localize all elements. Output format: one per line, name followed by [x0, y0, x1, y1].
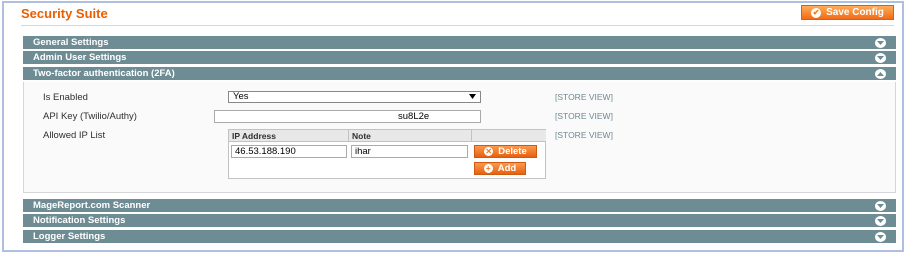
two-factor-fieldset: Is Enabled Yes [STORE VIEW] API Key (Twi…: [23, 82, 896, 193]
section-general-settings[interactable]: General Settings: [23, 36, 896, 50]
allowed-ip-scope: [STORE VIEW]: [555, 130, 613, 140]
title-divider: [21, 25, 894, 26]
add-label: Add: [497, 163, 517, 174]
ip-address-input[interactable]: 46.53.188.190: [231, 145, 347, 158]
expand-icon[interactable]: [875, 38, 886, 48]
add-row-button[interactable]: + Add: [474, 162, 526, 175]
section-notification-settings[interactable]: Notification Settings: [23, 214, 896, 228]
collapse-icon[interactable]: [875, 69, 886, 79]
api-key-scope: [STORE VIEW]: [555, 111, 613, 121]
expand-icon[interactable]: [875, 53, 886, 63]
delete-icon: ✕: [484, 147, 494, 156]
config-page-frame: Security Suite ✔ Save Config General Set…: [2, 1, 904, 252]
section-title: MageReport.com Scanner: [33, 200, 151, 211]
note-input[interactable]: ihar: [351, 145, 468, 158]
is-enabled-value: Yes: [233, 91, 249, 102]
expand-icon[interactable]: [875, 216, 886, 226]
is-enabled-scope: [STORE VIEW]: [555, 92, 613, 102]
column-header-actions: [472, 130, 546, 142]
section-logger-settings[interactable]: Logger Settings: [23, 230, 896, 244]
section-title: Logger Settings: [33, 231, 106, 242]
api-key-label: API Key (Twilio/Authy): [43, 111, 137, 122]
add-icon: +: [483, 164, 493, 173]
expand-icon[interactable]: [875, 201, 886, 211]
section-admin-user-settings[interactable]: Admin User Settings: [23, 51, 896, 65]
save-config-label: Save Config: [826, 7, 884, 18]
section-title: General Settings: [33, 37, 109, 48]
allowed-ip-table: IP Address Note 46.53.188.190 ihar ✕ Del…: [228, 129, 546, 179]
dropdown-arrow-icon: [469, 94, 476, 99]
delete-label: Delete: [498, 146, 527, 157]
section-title: Admin User Settings: [33, 52, 127, 63]
page-title: Security Suite: [21, 6, 108, 21]
column-header-note: Note: [349, 130, 472, 142]
api-key-input[interactable]: su8L2e: [214, 110, 481, 123]
save-config-button[interactable]: ✔ Save Config: [801, 5, 894, 20]
delete-row-button[interactable]: ✕ Delete: [474, 145, 537, 158]
is-enabled-select[interactable]: Yes: [228, 91, 481, 103]
checkmark-icon: ✔: [811, 7, 822, 18]
section-title: Two-factor authentication (2FA): [33, 68, 175, 79]
section-two-factor-auth[interactable]: Two-factor authentication (2FA): [23, 67, 896, 81]
is-enabled-label: Is Enabled: [43, 92, 88, 103]
section-magereport-scanner[interactable]: MageReport.com Scanner: [23, 199, 896, 213]
allowed-ip-label: Allowed IP List: [43, 130, 106, 141]
column-header-ip: IP Address: [229, 130, 349, 142]
section-title: Notification Settings: [33, 215, 126, 226]
expand-icon[interactable]: [875, 232, 886, 242]
